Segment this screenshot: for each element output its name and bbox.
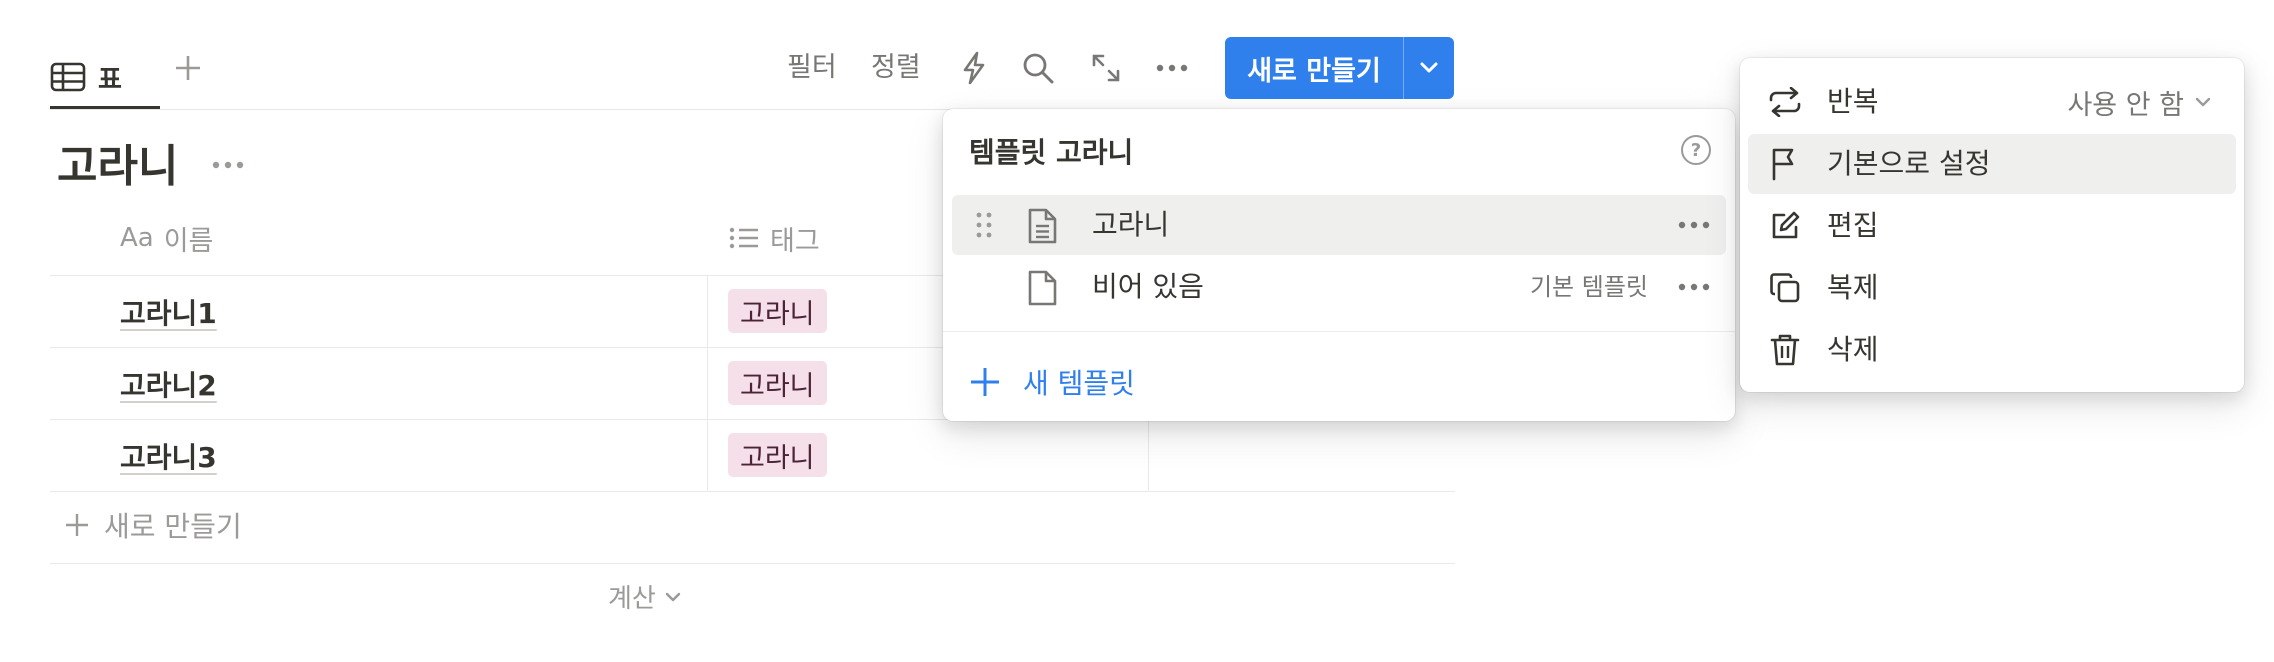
table-divider (50, 563, 1455, 564)
template-item-name: 비어 있음 (1092, 270, 1204, 303)
new-button[interactable]: 새로 만들기 (1225, 37, 1403, 99)
database-title[interactable]: 고라니 (57, 130, 178, 194)
default-template-badge: 기본 템플릿 (1529, 273, 1648, 301)
template-item-name: 고라니 (1092, 208, 1170, 241)
template-item[interactable]: 고라니 (952, 195, 1726, 255)
plus-icon (176, 56, 200, 80)
flag-icon (1768, 147, 1802, 181)
expand-icon (1092, 54, 1120, 82)
menu-item-delete[interactable]: 삭제 (1748, 320, 2236, 380)
search-button[interactable] (1018, 48, 1058, 88)
view-tab-label: 표 (98, 64, 122, 95)
table-row-name[interactable]: 고라니3 (120, 436, 217, 476)
menu-item-label: 편집 (1827, 209, 1879, 242)
document-text-icon (1028, 208, 1057, 244)
more-horizontal-icon (212, 161, 244, 169)
plus-icon (971, 368, 999, 396)
calculate-label: 계산 (608, 584, 656, 614)
automation-button[interactable] (954, 48, 994, 88)
add-view-button[interactable] (170, 48, 206, 88)
column-divider (707, 276, 708, 492)
tag-badge[interactable]: 고라니 (728, 361, 827, 405)
chevron-down-icon (1420, 62, 1438, 73)
column-header-label: 태그 (770, 225, 820, 257)
menu-item-repeat[interactable]: 반복 사용 안 함 (1748, 72, 2236, 132)
chevron-down-icon (665, 592, 681, 601)
column-header-tag[interactable]: 태그 (728, 212, 820, 264)
chevron-down-icon (2195, 97, 2211, 107)
repeat-value: 사용 안 함 (2067, 89, 2184, 121)
help-icon[interactable]: ? (1681, 135, 1711, 165)
lightning-icon (963, 51, 985, 85)
duplicate-icon (1768, 271, 1802, 305)
table-divider (50, 491, 1455, 492)
document-icon (1028, 270, 1057, 306)
view-tab-table[interactable]: 표 (50, 44, 122, 110)
template-popup-title: 템플릿 고라니 (969, 136, 1134, 169)
database-title-more-button[interactable] (208, 150, 248, 180)
tag-badge[interactable]: 고라니 (728, 433, 827, 477)
table-icon (50, 62, 86, 92)
menu-item-duplicate[interactable]: 복제 (1748, 258, 2236, 318)
drag-handle-icon[interactable] (974, 211, 994, 239)
tag-badge[interactable]: 고라니 (728, 289, 827, 333)
more-horizontal-icon (1156, 64, 1188, 72)
menu-item-label: 삭제 (1827, 333, 1879, 366)
template-popup: 템플릿 고라니 ? 고라니 비어 있음 기본 템플릿 새 템플릿 (943, 109, 1735, 421)
table-row-name[interactable]: 고라니1 (120, 292, 217, 332)
add-row-label: 새로 만들기 (104, 510, 242, 543)
menu-item-set-default[interactable]: 기본으로 설정 (1748, 134, 2236, 194)
text-property-icon: Aa (120, 223, 154, 253)
trash-icon (1768, 333, 1802, 367)
column-header-name[interactable]: Aa 이름 (120, 212, 213, 264)
menu-item-label: 기본으로 설정 (1827, 147, 1991, 180)
new-template-label: 새 템플릿 (1023, 367, 1135, 400)
sort-button[interactable]: 정렬 (871, 48, 921, 88)
table-row-name[interactable]: 고라니2 (120, 364, 217, 404)
more-options-button[interactable] (1152, 48, 1192, 88)
repeat-icon (1768, 85, 1802, 119)
template-popup-divider (943, 331, 1735, 332)
calculate-button[interactable]: 계산 (608, 578, 682, 615)
new-button-dropdown[interactable] (1404, 37, 1454, 99)
menu-item-label: 복제 (1827, 271, 1879, 304)
expand-button[interactable] (1086, 48, 1126, 88)
menu-item-label: 반복 (1827, 85, 1879, 118)
template-context-menu: 반복 사용 안 함 기본으로 설정 편집 복제 삭제 (1740, 58, 2244, 392)
list-icon (729, 227, 758, 249)
repeat-value-dropdown[interactable]: 사용 안 함 (2067, 72, 2212, 132)
filter-button[interactable]: 필터 (787, 48, 837, 88)
new-template-button[interactable]: 새 템플릿 (969, 357, 1135, 407)
add-row-button[interactable]: 새로 만들기 (64, 505, 242, 545)
column-header-label: 이름 (163, 225, 214, 257)
more-horizontal-icon (1678, 221, 1710, 229)
edit-icon (1768, 209, 1802, 243)
more-horizontal-icon (1678, 283, 1710, 291)
template-item[interactable]: 비어 있음 기본 템플릿 (952, 257, 1726, 317)
template-item-more-button[interactable] (1672, 210, 1716, 240)
search-icon (1023, 53, 1054, 84)
template-item-more-button[interactable] (1672, 272, 1716, 302)
plus-icon (66, 514, 88, 536)
new-button-group: 새로 만들기 (1225, 37, 1454, 99)
menu-item-edit[interactable]: 편집 (1748, 196, 2236, 256)
